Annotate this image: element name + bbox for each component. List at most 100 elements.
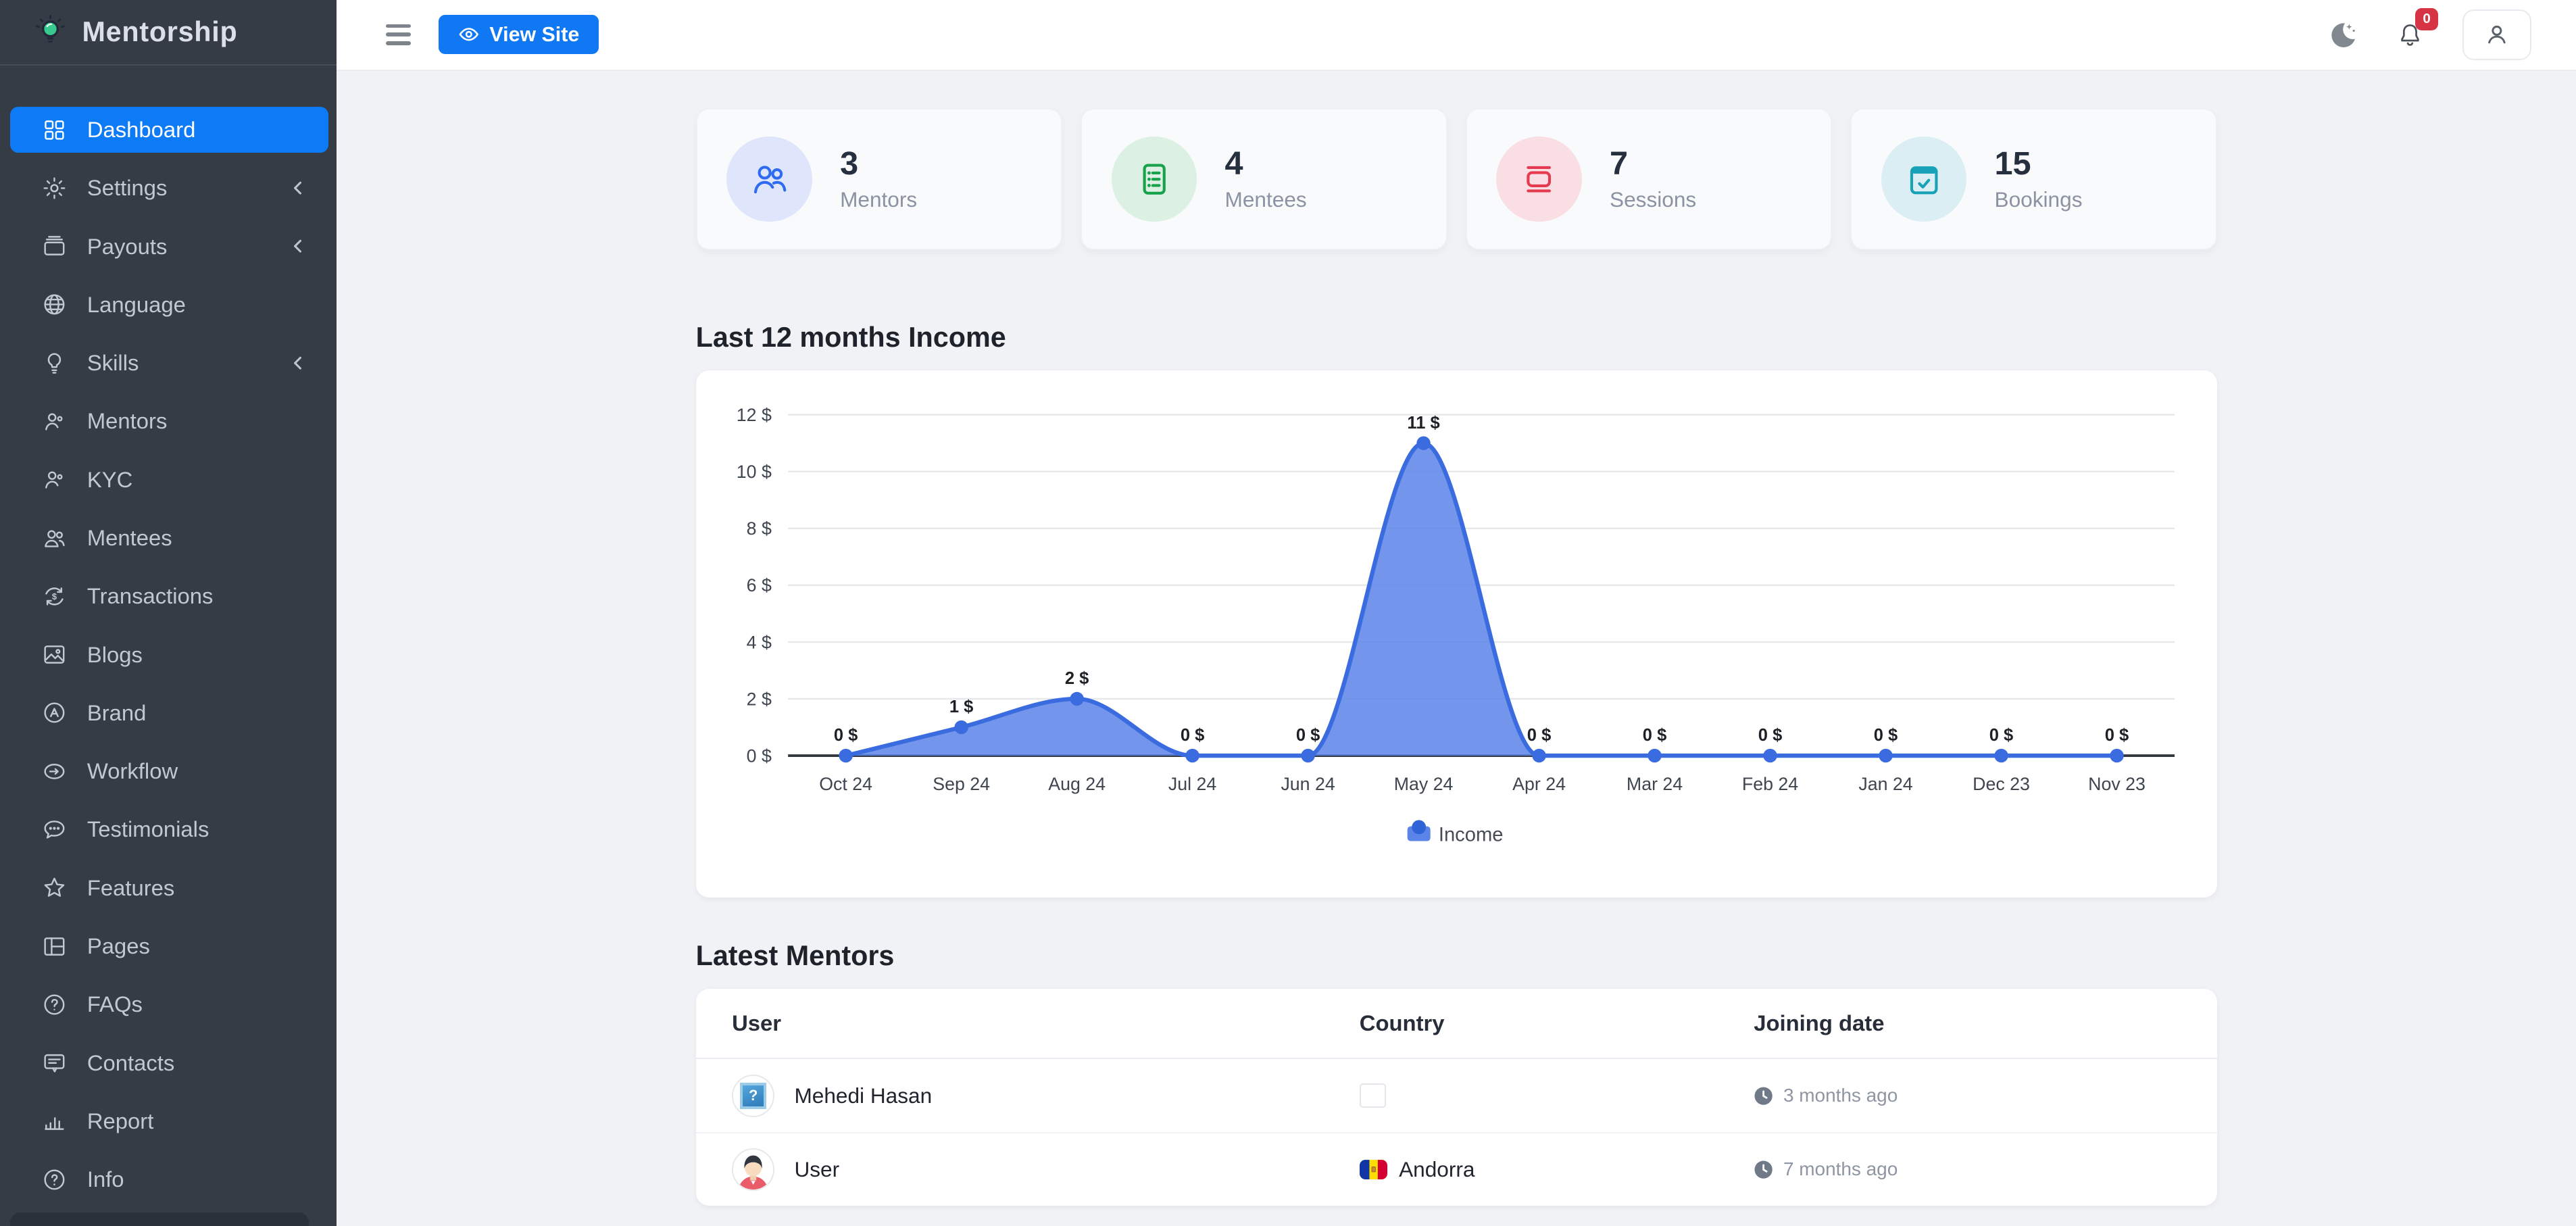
menu-icon[interactable] <box>386 24 410 45</box>
sidebar-item-info[interactable]: Info <box>10 1156 329 1202</box>
sidebar-item-settings[interactable]: Settings <box>10 165 329 211</box>
svg-text:0 $: 0 $ <box>1180 726 1204 745</box>
user-menu-button[interactable] <box>2462 9 2531 60</box>
sidebar-item-label: Report <box>87 1108 154 1134</box>
stat-card-sessions: 7 Sessions <box>1466 108 1833 249</box>
stat-value: 3 <box>840 146 917 182</box>
stat-label: Sessions <box>1610 187 1696 212</box>
country-name: Andorra <box>1399 1157 1475 1182</box>
sidebar-item-label: Brand <box>87 700 147 726</box>
bulb-icon <box>41 350 68 376</box>
workflow-icon <box>41 758 68 785</box>
svg-text:Income: Income <box>1438 824 1503 845</box>
sidebar-item-label: Features <box>87 875 175 901</box>
sidebar-item-features[interactable]: Features <box>10 865 329 911</box>
svg-text:0 $: 0 $ <box>1873 726 1897 745</box>
sidebar-item-brand[interactable]: Brand <box>10 690 329 736</box>
stats-row: 3Mentors4Mentees7Sessions15Bookings <box>696 108 2217 249</box>
latest-mentors-table: User Country Joining date ?Mehedi Hasan3… <box>696 989 2217 1206</box>
chevron-left-icon <box>291 355 305 371</box>
svg-text:0 $: 0 $ <box>746 745 771 766</box>
sidebar-item-label: Settings <box>87 175 168 201</box>
layout-icon <box>41 933 68 960</box>
mentors-icon <box>726 137 812 222</box>
sidebar-item-testimonials[interactable]: Testimonials <box>10 806 329 852</box>
flag-andorra-icon <box>1360 1160 1387 1179</box>
notification-badge: 0 <box>2415 8 2437 30</box>
sidebar-item-label: Payouts <box>87 234 168 260</box>
topbar-actions: 0 <box>2329 9 2531 60</box>
svg-text:0 $: 0 $ <box>1295 726 1319 745</box>
svg-text:Sep 24: Sep 24 <box>933 774 990 794</box>
stat-card-mentors: 3 Mentors <box>696 108 1063 249</box>
svg-text:Jul 24: Jul 24 <box>1168 774 1216 794</box>
avatar <box>732 1148 774 1191</box>
sidebar-item-label: Dashboard <box>87 117 196 143</box>
sidebar-item-pages[interactable]: Pages <box>10 923 329 969</box>
stat-label: Bookings <box>1995 187 2083 212</box>
sidebar-item-language[interactable]: Language <box>10 282 329 328</box>
svg-text:10 $: 10 $ <box>736 462 771 482</box>
sidebar-item-label: Transactions <box>87 583 214 609</box>
svg-text:12 $: 12 $ <box>736 405 771 425</box>
sidebar-item-label: Info <box>87 1167 124 1192</box>
star-icon <box>41 875 68 901</box>
svg-text:May 24: May 24 <box>1393 774 1453 794</box>
users-icon <box>41 525 68 551</box>
notifications-button[interactable]: 0 <box>2397 22 2423 48</box>
sidebar-item-faqs[interactable]: FAQs <box>10 981 329 1027</box>
chat-square-icon <box>41 1050 68 1076</box>
user-icon <box>2482 20 2512 49</box>
sidebar-item-kyc[interactable]: KYC <box>10 457 329 503</box>
sidebar-item-mentors[interactable]: Mentors <box>10 398 329 444</box>
brand-header: Mentorship <box>0 0 337 66</box>
sidebar-item-dashboard[interactable]: Dashboard <box>10 107 329 153</box>
sidebar-item-report[interactable]: Report <box>10 1098 329 1144</box>
svg-text:0 $: 0 $ <box>1642 726 1666 745</box>
income-area-chart: 0 $2 $4 $6 $8 $10 $12 $0 $1 $2 $0 $0 $11… <box>696 370 2217 898</box>
stat-value: 15 <box>1995 146 2083 182</box>
svg-text:8 $: 8 $ <box>746 518 771 539</box>
sidebar-item-workflow[interactable]: Workflow <box>10 748 329 794</box>
sidebar-item-label: Skills <box>87 350 139 376</box>
mentor-name: Mehedi Hasan <box>794 1083 932 1108</box>
sidebar-item-skills[interactable]: Skills <box>10 340 329 386</box>
brand-name: Mentorship <box>82 16 238 48</box>
sidebar-item-mentees[interactable]: Mentees <box>10 515 329 561</box>
bar-chart-icon <box>41 1108 68 1134</box>
mentees-icon <box>1112 137 1197 222</box>
sidebar-item-transactions[interactable]: $ Transactions <box>10 573 329 619</box>
sidebar-item-label: Mentors <box>87 408 168 434</box>
eye-icon <box>458 24 480 45</box>
svg-text:0 $: 0 $ <box>1989 726 2012 745</box>
svg-text:6 $: 6 $ <box>746 575 771 595</box>
joined-ago: 7 months ago <box>1783 1158 1898 1180</box>
svg-text:Apr 24: Apr 24 <box>1512 774 1566 794</box>
svg-text:Mar 24: Mar 24 <box>1627 774 1683 794</box>
sidebar: Mentorship Dashboard Settings Payouts Langu… <box>0 0 337 1226</box>
svg-text:4 $: 4 $ <box>746 632 771 652</box>
sidebar-item-label: Blogs <box>87 642 143 668</box>
svg-text:0 $: 0 $ <box>1527 726 1550 745</box>
svg-text:Feb 24: Feb 24 <box>1741 774 1798 794</box>
income-section-title: Last 12 months Income <box>696 322 2217 353</box>
view-site-button[interactable]: View Site <box>439 15 599 54</box>
user-dot-icon <box>41 408 68 435</box>
dark-mode-toggle[interactable] <box>2329 21 2357 49</box>
sidebar-item-contacts[interactable]: Contacts <box>10 1040 329 1086</box>
stat-value: 7 <box>1610 146 1696 182</box>
svg-text:Dec 23: Dec 23 <box>1973 774 2030 794</box>
svg-text:$: $ <box>52 591 57 602</box>
stat-label: Mentors <box>840 187 917 212</box>
sidebar-item-label: Testimonials <box>87 816 209 842</box>
sidebar-item-label: Pages <box>87 933 150 959</box>
mentor-row-mehedi-hasan: ?Mehedi Hasan3 months ago <box>696 1059 2217 1132</box>
bookings-icon <box>1881 137 1966 222</box>
column-header-joining-date: Joining date <box>1754 1010 2217 1036</box>
brand-icon <box>41 700 68 726</box>
question-circle-icon <box>41 991 68 1018</box>
globe-icon <box>41 291 68 318</box>
sidebar-item-payouts[interactable]: Payouts <box>10 224 329 270</box>
sidebar-item-blogs[interactable]: Blogs <box>10 632 329 678</box>
svg-text:Jan 24: Jan 24 <box>1858 774 1912 794</box>
